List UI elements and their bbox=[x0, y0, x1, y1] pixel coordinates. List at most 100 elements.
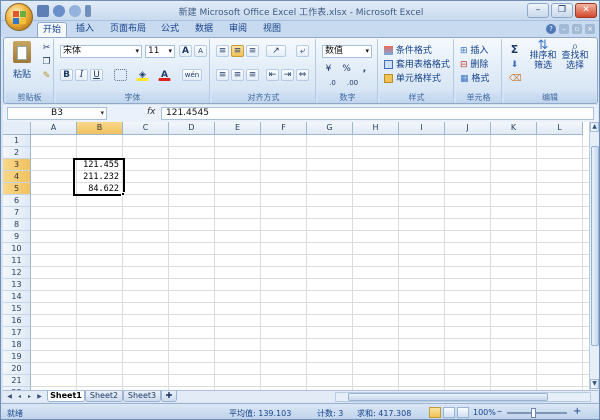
bold-button[interactable]: B bbox=[60, 69, 73, 81]
format-cells-button[interactable]: ▦ 格式 bbox=[460, 71, 489, 84]
tab-view[interactable]: 视图 bbox=[259, 22, 285, 37]
underline-button[interactable]: U bbox=[90, 69, 103, 81]
row-header-18[interactable]: 18 bbox=[3, 339, 31, 351]
close-button[interactable]: ✕ bbox=[575, 3, 597, 18]
scroll-up-icon[interactable]: ▲ bbox=[590, 122, 599, 132]
row-header-19[interactable]: 19 bbox=[3, 351, 31, 363]
row-header-17[interactable]: 17 bbox=[3, 327, 31, 339]
font-name-select[interactable]: 宋体 ▾ bbox=[60, 45, 142, 58]
column-header-H[interactable]: H bbox=[353, 122, 399, 135]
row-header-11[interactable]: 11 bbox=[3, 255, 31, 267]
column-header-K[interactable]: K bbox=[491, 122, 537, 135]
autosum-button[interactable]: Σ bbox=[508, 43, 521, 55]
ribbon-close-icon[interactable]: × bbox=[585, 24, 595, 34]
align-center-icon[interactable]: ≡ bbox=[231, 69, 244, 81]
grow-font-button[interactable]: A bbox=[179, 45, 192, 57]
zoom-slider-track[interactable] bbox=[507, 412, 567, 414]
italic-button[interactable]: I bbox=[75, 69, 88, 81]
delete-cells-button[interactable]: ⊟ 删除 bbox=[460, 57, 488, 70]
tab-home[interactable]: 开始 bbox=[37, 22, 67, 37]
align-left-icon[interactable]: ≡ bbox=[216, 69, 229, 81]
tab-formulas[interactable]: 公式 bbox=[157, 22, 183, 37]
row-header-16[interactable]: 16 bbox=[3, 315, 31, 327]
increase-indent-icon[interactable]: ⇥ bbox=[281, 69, 294, 81]
page-break-view-icon[interactable] bbox=[457, 407, 469, 418]
row-header-20[interactable]: 20 bbox=[3, 363, 31, 375]
number-format-select[interactable]: 数值 ▾ bbox=[322, 45, 372, 58]
increase-decimal-icon[interactable]: .0 bbox=[326, 77, 339, 89]
comma-button[interactable]: , bbox=[358, 63, 371, 75]
first-sheet-icon[interactable]: ◀ bbox=[5, 392, 14, 402]
sheet-tab-3[interactable]: Sheet3 bbox=[123, 391, 161, 402]
row-header-14[interactable]: 14 bbox=[3, 291, 31, 303]
column-header-D[interactable]: D bbox=[169, 122, 215, 135]
insert-cells-button[interactable]: ⊞ 插入 bbox=[460, 43, 488, 56]
orientation-icon[interactable]: ↗ bbox=[266, 45, 286, 57]
row-header-13[interactable]: 13 bbox=[3, 279, 31, 291]
row-header-5[interactable]: 5 bbox=[3, 183, 31, 195]
column-header-F[interactable]: F bbox=[261, 122, 307, 135]
restore-button[interactable]: ❐ bbox=[551, 3, 573, 18]
ribbon-restore-icon[interactable]: ▫ bbox=[572, 24, 582, 34]
name-box[interactable]: B3 ▾ bbox=[7, 107, 107, 120]
row-header-9[interactable]: 9 bbox=[3, 231, 31, 243]
last-sheet-icon[interactable]: ▶ bbox=[35, 392, 44, 402]
find-select-button[interactable]: ⌕ 查找和 选择 bbox=[560, 40, 590, 71]
zoom-slider-thumb[interactable] bbox=[531, 408, 536, 418]
percent-button[interactable]: % bbox=[340, 63, 353, 75]
column-header-G[interactable]: G bbox=[307, 122, 353, 135]
sort-filter-button[interactable]: ⇅ 排序和 筛选 bbox=[528, 39, 558, 71]
office-button[interactable] bbox=[5, 3, 33, 31]
table-format-button[interactable]: 套用表格格式 bbox=[384, 57, 450, 70]
copy-icon[interactable]: ❐ bbox=[40, 56, 53, 68]
tab-data[interactable]: 数据 bbox=[191, 22, 217, 37]
scroll-down-icon[interactable]: ▼ bbox=[590, 379, 599, 389]
align-top-icon[interactable]: ≡ bbox=[216, 45, 229, 57]
vertical-scrollbar[interactable]: ▲ ▼ bbox=[589, 122, 599, 390]
column-header-A[interactable]: A bbox=[31, 122, 77, 135]
column-header-B[interactable]: B bbox=[77, 122, 123, 135]
merge-center-icon[interactable]: ⇔ bbox=[296, 69, 309, 81]
column-header-L[interactable]: L bbox=[537, 122, 583, 135]
fill-color-icon[interactable]: ◈ bbox=[136, 69, 149, 81]
clear-icon[interactable]: ⌫ bbox=[508, 73, 522, 85]
row-header-1[interactable]: 1 bbox=[3, 135, 31, 147]
next-sheet-icon[interactable]: ▸ bbox=[25, 392, 34, 402]
align-right-icon[interactable]: ≡ bbox=[246, 69, 259, 81]
prev-sheet-icon[interactable]: ◂ bbox=[15, 392, 24, 402]
horizontal-scroll-thumb[interactable] bbox=[348, 393, 548, 401]
font-color-button[interactable]: A bbox=[158, 69, 171, 81]
column-header-I[interactable]: I bbox=[399, 122, 445, 135]
paste-button[interactable]: 粘贴 bbox=[10, 41, 34, 81]
zoom-level[interactable]: 100% bbox=[473, 408, 496, 417]
row-header-7[interactable]: 7 bbox=[3, 207, 31, 219]
normal-view-icon[interactable] bbox=[429, 407, 441, 418]
help-icon[interactable]: ? bbox=[546, 24, 556, 34]
format-painter-icon[interactable]: ✎ bbox=[40, 70, 53, 82]
conditional-format-button[interactable]: 条件格式 bbox=[384, 43, 432, 56]
cell-styles-button[interactable]: 单元格样式 bbox=[384, 71, 441, 84]
formula-input[interactable]: 121.4545 bbox=[161, 107, 594, 120]
cut-icon[interactable]: ✂ bbox=[40, 42, 53, 54]
tab-insert[interactable]: 插入 bbox=[71, 22, 99, 37]
row-header-10[interactable]: 10 bbox=[3, 243, 31, 255]
row-header-8[interactable]: 8 bbox=[3, 219, 31, 231]
shrink-font-button[interactable]: A bbox=[194, 45, 207, 57]
currency-icon[interactable]: ¥ bbox=[322, 63, 335, 75]
tab-page-layout[interactable]: 页面布局 bbox=[105, 22, 151, 37]
vertical-scroll-thumb[interactable] bbox=[591, 146, 599, 346]
row-header-21[interactable]: 21 bbox=[3, 375, 31, 387]
decrease-indent-icon[interactable]: ⇤ bbox=[266, 69, 279, 81]
decrease-decimal-icon[interactable]: .00 bbox=[346, 77, 359, 89]
phonetic-button[interactable]: wén bbox=[182, 69, 202, 81]
row-header-12[interactable]: 12 bbox=[3, 267, 31, 279]
sheet-tab-2[interactable]: Sheet2 bbox=[85, 391, 123, 402]
column-header-J[interactable]: J bbox=[445, 122, 491, 135]
zoom-out-button[interactable]: – bbox=[497, 406, 502, 417]
zoom-in-button[interactable]: + bbox=[573, 406, 581, 417]
minimize-button[interactable]: – bbox=[527, 3, 549, 18]
insert-sheet-icon[interactable]: ✚ bbox=[161, 391, 177, 402]
align-middle-icon[interactable]: ≡ bbox=[231, 45, 244, 57]
column-header-C[interactable]: C bbox=[123, 122, 169, 135]
tab-review[interactable]: 审阅 bbox=[225, 22, 251, 37]
